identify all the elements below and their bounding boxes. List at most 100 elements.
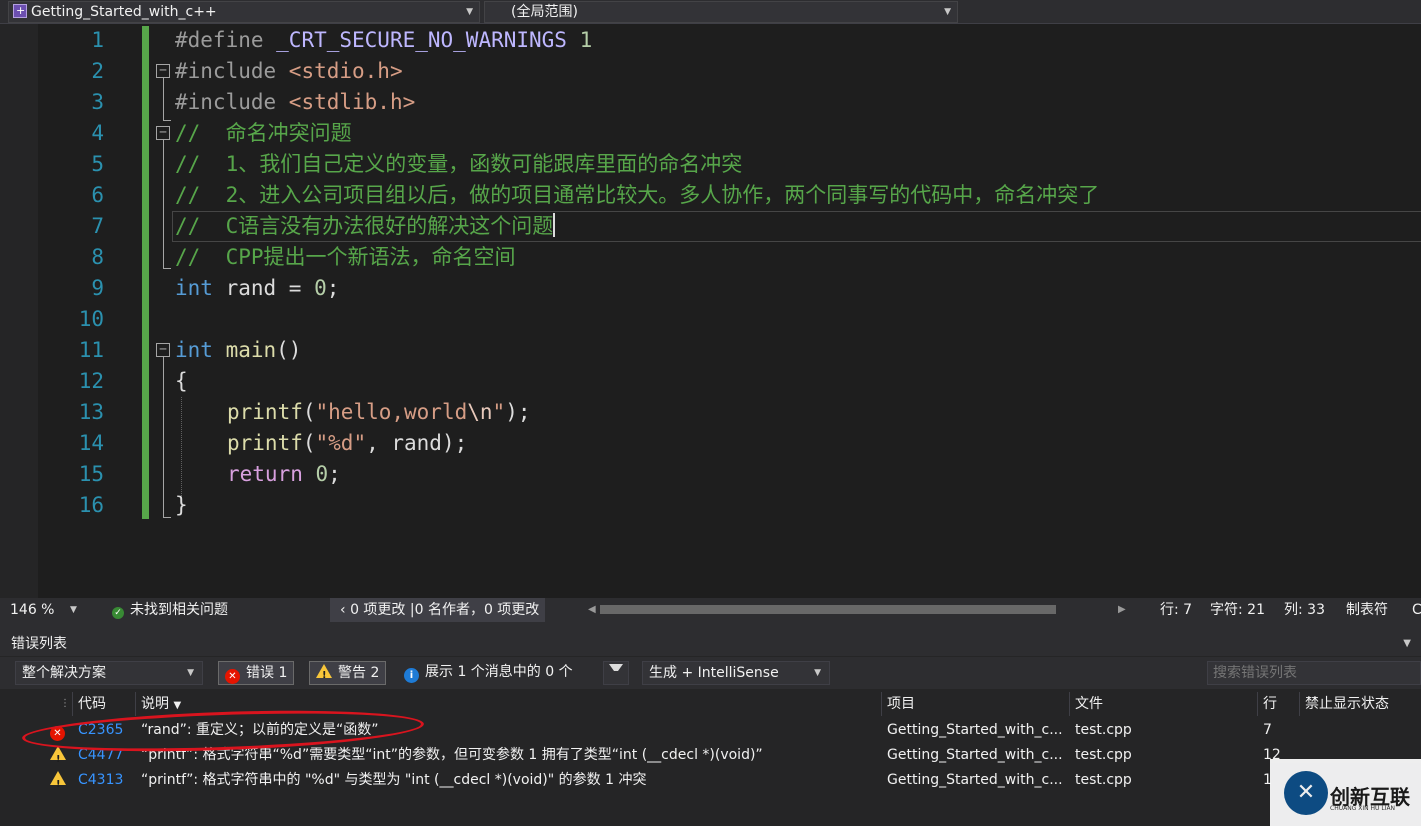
- line-number: 7: [91, 214, 104, 238]
- code-line-14[interactable]: 14 printf("%d", rand);: [0, 428, 1421, 459]
- column-divider[interactable]: [135, 692, 136, 716]
- search-error-list-input[interactable]: [1207, 661, 1421, 685]
- column-line[interactable]: 行: [1263, 692, 1277, 716]
- encoding-indicator[interactable]: C: [1412, 598, 1421, 622]
- horizontal-scrollbar[interactable]: [600, 605, 1056, 614]
- sort-indicator-icon: ⋮: [60, 698, 70, 709]
- tab-mode-indicator[interactable]: 制表符: [1346, 598, 1388, 622]
- logo-mark-icon: ✕: [1284, 771, 1328, 815]
- line-number: 5: [91, 152, 104, 176]
- project-name: Getting_Started_with_c++: [31, 4, 217, 20]
- scroll-right-icon[interactable]: ▶: [1118, 598, 1126, 622]
- column-divider[interactable]: [1299, 692, 1300, 716]
- code-line-13[interactable]: 13 printf("hello,world\n");: [0, 397, 1421, 428]
- error-list-title: 错误列表 ▼: [0, 632, 1421, 656]
- error-line: 7: [1263, 722, 1272, 738]
- warning-description: “printf”: 格式字符串中的 "%d" 与类型为 "int (__cdec…: [141, 772, 647, 788]
- chevron-left-icon: ‹: [340, 602, 346, 618]
- column-divider[interactable]: [1069, 692, 1070, 716]
- column-divider[interactable]: [1257, 692, 1258, 716]
- project-dropdown[interactable]: Getting_Started_with_c++ ▼: [8, 1, 480, 23]
- column-suppression[interactable]: 禁止显示状态: [1305, 692, 1389, 716]
- errors-toggle-button[interactable]: ✕ 错误 1: [218, 661, 295, 685]
- warnings-toggle-button[interactable]: 警告 2: [309, 661, 387, 687]
- code-line-6[interactable]: 6 // 2、进入公司项目组以后，做的项目通常比较大。多人协作，两个同事写的代码…: [0, 180, 1421, 211]
- line-number: 15: [78, 462, 104, 486]
- issues-indicator[interactable]: ✓ 未找到相关问题: [112, 598, 228, 622]
- collapse-icon[interactable]: −: [156, 64, 170, 78]
- chevron-down-icon: ▼: [70, 605, 77, 615]
- chevron-down-icon: ▼: [466, 7, 473, 17]
- code-line-7[interactable]: 7 // C语言没有办法很好的解决这个问题: [0, 211, 1421, 242]
- code-line-3[interactable]: 3 #include <stdlib.h>: [0, 87, 1421, 118]
- error-project: Getting_Started_with_c...: [887, 722, 1063, 738]
- warning-icon: [50, 771, 66, 797]
- code-editor[interactable]: 1 #define _CRT_SECURE_NO_WARNINGS 1 2 − …: [0, 24, 1421, 598]
- warning-file: test.cpp: [1075, 747, 1132, 763]
- changes-indicator[interactable]: ‹ 0 项更改 |0 名作者，0 项更改: [330, 598, 546, 622]
- warning-file: test.cpp: [1075, 772, 1132, 788]
- watermark-subtext: CHUANG XIN HU LIAN: [1330, 805, 1396, 812]
- code-line-9[interactable]: 9 int rand = 0;: [0, 273, 1421, 304]
- chevron-down-icon: ▼: [814, 668, 821, 678]
- warning-code-link[interactable]: C4313: [78, 768, 123, 793]
- error-icon: ✕: [225, 669, 240, 684]
- code-line-15[interactable]: 15 return 0;: [0, 459, 1421, 490]
- column-project[interactable]: 项目: [887, 692, 915, 716]
- check-circle-icon: ✓: [112, 607, 124, 619]
- line-number: 4: [91, 121, 104, 145]
- chevron-down-icon: ▼: [944, 7, 951, 17]
- text-caret: [553, 213, 556, 237]
- column-divider[interactable]: [72, 692, 73, 716]
- zoom-dropdown[interactable]: 146 % ▼: [10, 598, 82, 622]
- code-line-4[interactable]: 4 − // 命名冲突问题: [0, 118, 1421, 149]
- code-line-10[interactable]: 10: [0, 304, 1421, 335]
- column-file[interactable]: 文件: [1075, 692, 1103, 716]
- watermark-logo: ✕ 创新互联 CHUANG XIN HU LIAN: [1270, 759, 1421, 826]
- line-number: 9: [91, 276, 104, 300]
- build-mode-dropdown[interactable]: 生成 + IntelliSense ▼: [642, 661, 830, 685]
- scope-name: (全局范围): [511, 4, 578, 20]
- info-icon: i: [404, 668, 419, 683]
- collapse-icon[interactable]: −: [156, 343, 170, 357]
- code-line-16[interactable]: 16 }: [0, 490, 1421, 521]
- filter-icon: [609, 664, 623, 678]
- warning-project: Getting_Started_with_c...: [887, 772, 1063, 788]
- collapse-icon[interactable]: −: [156, 126, 170, 140]
- line-number: 13: [78, 400, 104, 424]
- line-number: 12: [78, 369, 104, 393]
- code-line-11[interactable]: 11 − int main(): [0, 335, 1421, 366]
- line-number: 8: [91, 245, 104, 269]
- navigation-bar: Getting_Started_with_c++ ▼ (全局范围) ▼: [0, 0, 1421, 24]
- code-line-12[interactable]: 12 {: [0, 366, 1421, 397]
- col-indicator: 列: 33: [1284, 602, 1325, 618]
- char-indicator: 字符: 21: [1210, 602, 1265, 618]
- messages-toggle-button[interactable]: i 展示 1 个消息中的 0 个: [404, 661, 579, 685]
- line-number: 6: [91, 183, 104, 207]
- code-line-1[interactable]: 1 #define _CRT_SECURE_NO_WARNINGS 1: [0, 25, 1421, 56]
- code-line-2[interactable]: 2 − #include <stdio.h>: [0, 56, 1421, 87]
- warning-icon: [316, 664, 332, 687]
- line-number: 10: [78, 307, 104, 331]
- line-number: 16: [78, 493, 104, 517]
- chevron-down-icon[interactable]: ▼: [1403, 632, 1411, 656]
- line-indicator: 行: 7: [1160, 602, 1193, 618]
- sort-down-icon: ▼: [173, 700, 182, 711]
- code-line-5[interactable]: 5 // 1、我们自己定义的变量，函数可能跟库里面的命名冲突: [0, 149, 1421, 180]
- line-number: 11: [78, 338, 104, 362]
- warning-row[interactable]: C4313 “printf”: 格式字符串中的 "%d" 与类型为 "int (…: [0, 768, 1421, 797]
- line-number: 3: [91, 90, 104, 114]
- error-list-toolbar: 整个解决方案 ▼ ✕错误 1 警告 2 i展示 1 个消息中的 0 个 生成 +…: [0, 657, 1421, 689]
- scope-filter-dropdown[interactable]: 整个解决方案 ▼: [15, 661, 203, 685]
- warning-project: Getting_Started_with_c...: [887, 747, 1063, 763]
- column-divider[interactable]: [881, 692, 882, 716]
- error-file: test.cpp: [1075, 722, 1132, 738]
- filter-button[interactable]: [603, 661, 629, 685]
- scope-dropdown[interactable]: (全局范围) ▼: [484, 1, 958, 23]
- column-code[interactable]: 代码: [78, 692, 106, 716]
- code-line-8[interactable]: 8 // CPP提出一个新语法，命名空间: [0, 242, 1421, 273]
- line-number: 2: [91, 59, 104, 83]
- editor-status-bar: 146 % ▼ ✓ 未找到相关问题 ‹ 0 项更改 |0 名作者，0 项更改 ◀ …: [0, 598, 1421, 622]
- scroll-left-icon[interactable]: ◀: [588, 598, 596, 622]
- chevron-down-icon: ▼: [187, 668, 194, 678]
